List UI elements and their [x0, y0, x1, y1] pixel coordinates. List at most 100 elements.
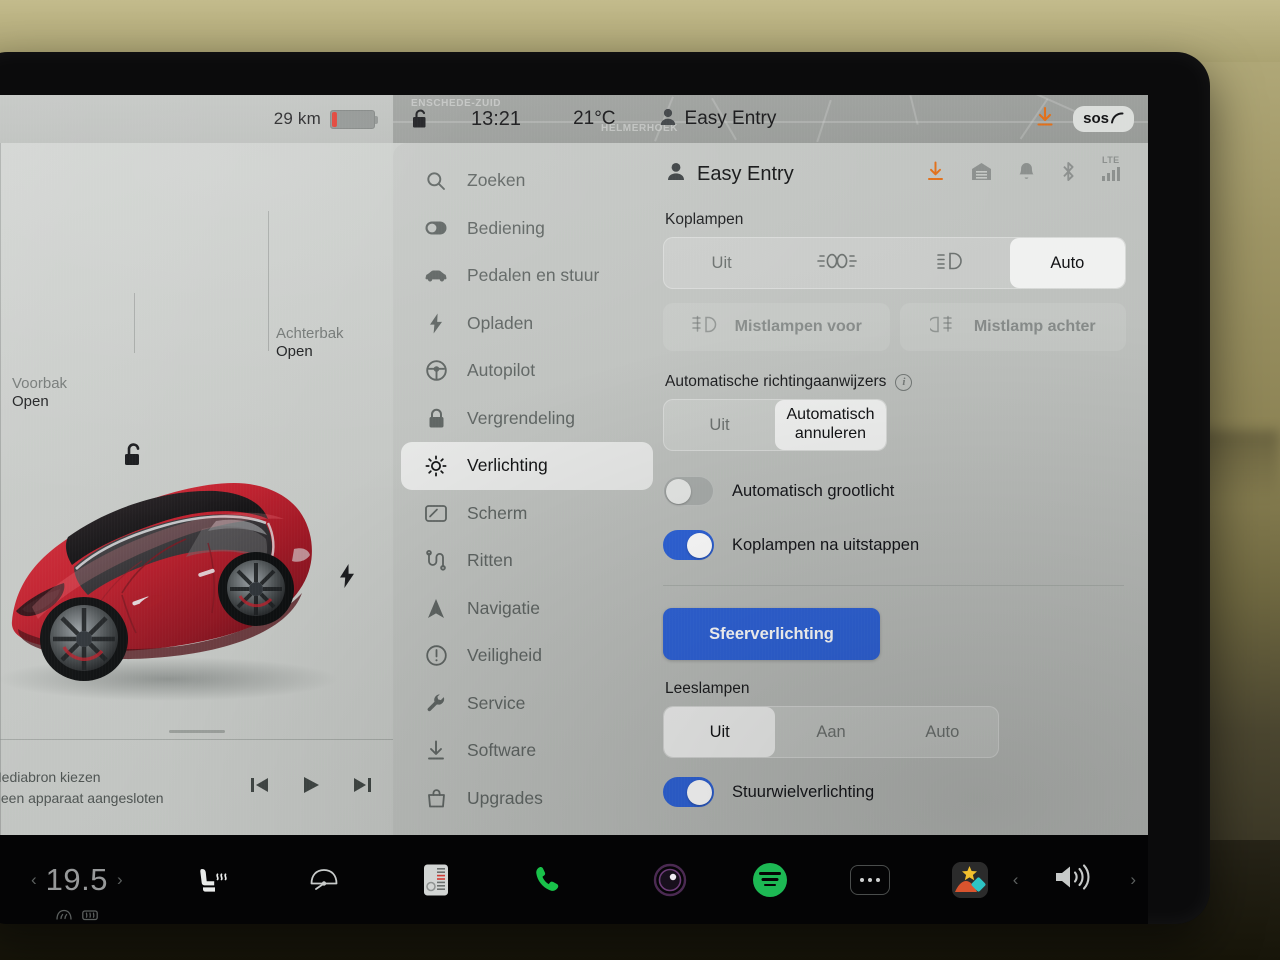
defrost-icons	[55, 893, 98, 925]
front-fog-lamp-button[interactable]: Mistlampen voor	[663, 303, 890, 351]
spotify-button[interactable]	[736, 835, 804, 924]
panel-grab-handle[interactable]	[168, 730, 225, 733]
seat-heater-button[interactable]	[178, 835, 246, 924]
climate-fan-button[interactable]	[402, 835, 470, 924]
sidebar-label: Opladen	[467, 312, 534, 333]
volume-up-button[interactable]: ›	[1121, 870, 1145, 890]
sos-button[interactable]: sos	[1073, 106, 1134, 132]
reading-lights-segmented-control: Uit Aan Auto	[663, 706, 999, 758]
outside-temperature[interactable]: 21°C	[573, 108, 615, 130]
download-icon[interactable]	[1035, 106, 1055, 133]
sidebar-item-veiligheid[interactable]: Veiligheid	[401, 632, 653, 680]
sidebar-item-ritten[interactable]: Ritten	[401, 537, 653, 585]
steering-wheel-light-row[interactable]: Stuurwielverlichting	[663, 772, 1126, 812]
wiper-icon	[310, 868, 338, 890]
steering-wheel-light-toggle[interactable]	[663, 777, 714, 807]
tesla-touchscreen: 29 km ENSCHEDE-ZUID HELMERHOEK 13:21 21°…	[0, 95, 1148, 835]
battery-low-icon	[330, 109, 378, 129]
sidebar-label: Pedalen en stuur	[467, 265, 600, 286]
settings-content: Easy Entry LTE Koplampen Uit Auto Mistla…	[661, 143, 1148, 835]
next-track-icon[interactable]	[351, 775, 373, 800]
phone-button[interactable]	[514, 835, 582, 924]
sidebar-item-autopilot[interactable]: Autopilot	[401, 347, 653, 395]
rear-fog-lamp-button[interactable]: Mistlamp achter	[899, 303, 1126, 351]
profile-name: Easy Entry	[684, 108, 777, 129]
ambient-lighting-button[interactable]: Sfeerverlichting	[663, 608, 880, 660]
driver-climate-control[interactable]: ‹ 19.5 ›	[22, 862, 132, 920]
call-swoosh-icon	[1111, 112, 1124, 124]
more-apps-button[interactable]	[836, 835, 904, 924]
sidebar-item-scherm[interactable]: Scherm	[401, 490, 653, 538]
content-header: Easy Entry LTE	[661, 143, 1126, 205]
frunk-state: Open	[12, 393, 49, 411]
garage-icon[interactable]	[971, 162, 992, 186]
media-player-bar[interactable]: Mediabron kiezen Geen apparaat aangeslot…	[0, 730, 393, 835]
reading-lights-option-uit[interactable]: Uit	[664, 707, 776, 757]
temp-decrease-button[interactable]: ‹	[22, 870, 46, 890]
wiper-button[interactable]	[290, 835, 358, 924]
more-apps-icon	[849, 864, 890, 895]
trips-icon	[425, 550, 447, 572]
turn-signals-option-auto-cancel[interactable]: Automatisch annuleren	[775, 400, 886, 450]
headlights-after-exit-row[interactable]: Koplampen na uitstappen	[663, 525, 1126, 565]
dashcam-button[interactable]	[636, 835, 704, 924]
sidebar-item-vergrendeling[interactable]: Vergrendeling	[401, 395, 653, 443]
sidebar-item-zoeken[interactable]: Zoeken	[401, 157, 653, 205]
defrost-front-icon[interactable]	[55, 893, 72, 925]
reading-lights-option-auto[interactable]: Auto	[887, 707, 998, 757]
person-icon	[667, 162, 685, 186]
auto-turn-signals-segmented-control: Uit Automatisch annuleren	[663, 399, 887, 451]
headlights-after-exit-toggle[interactable]	[663, 530, 714, 560]
unlock-icon[interactable]	[403, 108, 437, 130]
volume-down-button[interactable]: ‹	[1004, 870, 1028, 890]
sidebar-label: Autopilot	[467, 360, 536, 381]
car-icon	[425, 265, 447, 287]
temp-increase-button[interactable]: ›	[108, 870, 132, 890]
turn-signals-option-uit[interactable]: Uit	[664, 400, 775, 450]
download-icon[interactable]	[926, 161, 945, 187]
sidebar-item-pedalen-en-stuur[interactable]: Pedalen en stuur	[401, 252, 653, 300]
sidebar-item-verlichting[interactable]: Verlichting	[401, 442, 653, 490]
lte-signal-icon: LTE	[1102, 155, 1120, 181]
volume-button[interactable]	[1027, 862, 1121, 897]
auto-high-beam-row[interactable]: Automatisch grootlicht	[663, 471, 1126, 511]
sos-label: sos	[1083, 110, 1109, 127]
toybox-button[interactable]	[936, 835, 1004, 924]
sidebar-label: Upgrades	[467, 787, 543, 808]
sidebar-item-service[interactable]: Service	[401, 680, 653, 728]
headlights-option-lowbeam[interactable]	[895, 238, 1010, 288]
sidebar-label: Zoeken	[467, 170, 526, 191]
bell-icon[interactable]	[1018, 162, 1035, 187]
sidebar-item-bediening[interactable]: Bediening	[401, 205, 653, 253]
front-fog-lamp-icon	[691, 315, 717, 339]
trunk-status[interactable]: Achterbak Open	[276, 325, 344, 362]
auto-high-beam-toggle[interactable]	[663, 476, 714, 506]
clock-time[interactable]: 13:21	[471, 108, 521, 131]
safety-icon	[425, 645, 447, 667]
defrost-rear-icon[interactable]	[81, 893, 98, 925]
sidebar-item-navigatie[interactable]: Navigatie	[401, 585, 653, 633]
info-icon[interactable]: i	[895, 373, 913, 391]
driver-temperature[interactable]: 19.5	[46, 862, 108, 920]
sidebar-item-opladen[interactable]: Opladen	[401, 300, 653, 348]
sidebar-item-software[interactable]: Software	[401, 727, 653, 775]
previous-track-icon[interactable]	[249, 775, 271, 800]
sidebar-label: Verlichting	[467, 455, 548, 476]
reading-lights-label: Leeslampen	[665, 680, 750, 697]
sidebar-item-upgrades[interactable]: Upgrades	[401, 775, 653, 823]
dock-icon-row	[178, 835, 1004, 924]
headlights-option-uit[interactable]: Uit	[664, 238, 779, 288]
seat-heater-icon	[200, 868, 227, 892]
play-icon[interactable]	[301, 775, 321, 800]
trunk-label: Achterbak	[276, 325, 344, 342]
rear-fog-lamp-label: Mistlamp achter	[973, 318, 1096, 335]
media-source-text[interactable]: Mediabron kiezen Geen apparaat aangeslot…	[0, 767, 164, 808]
frunk-status[interactable]: Voorbak Open	[12, 375, 67, 412]
reading-lights-option-aan[interactable]: Aan	[775, 707, 886, 757]
headlights-option-auto[interactable]: Auto	[1009, 238, 1125, 288]
driver-profile-button[interactable]: Easy Entry	[660, 108, 777, 131]
car-illustration[interactable]	[0, 443, 372, 713]
light-icon	[425, 455, 447, 477]
headlights-option-parking[interactable]	[779, 238, 894, 288]
bluetooth-icon[interactable]	[1061, 161, 1076, 187]
